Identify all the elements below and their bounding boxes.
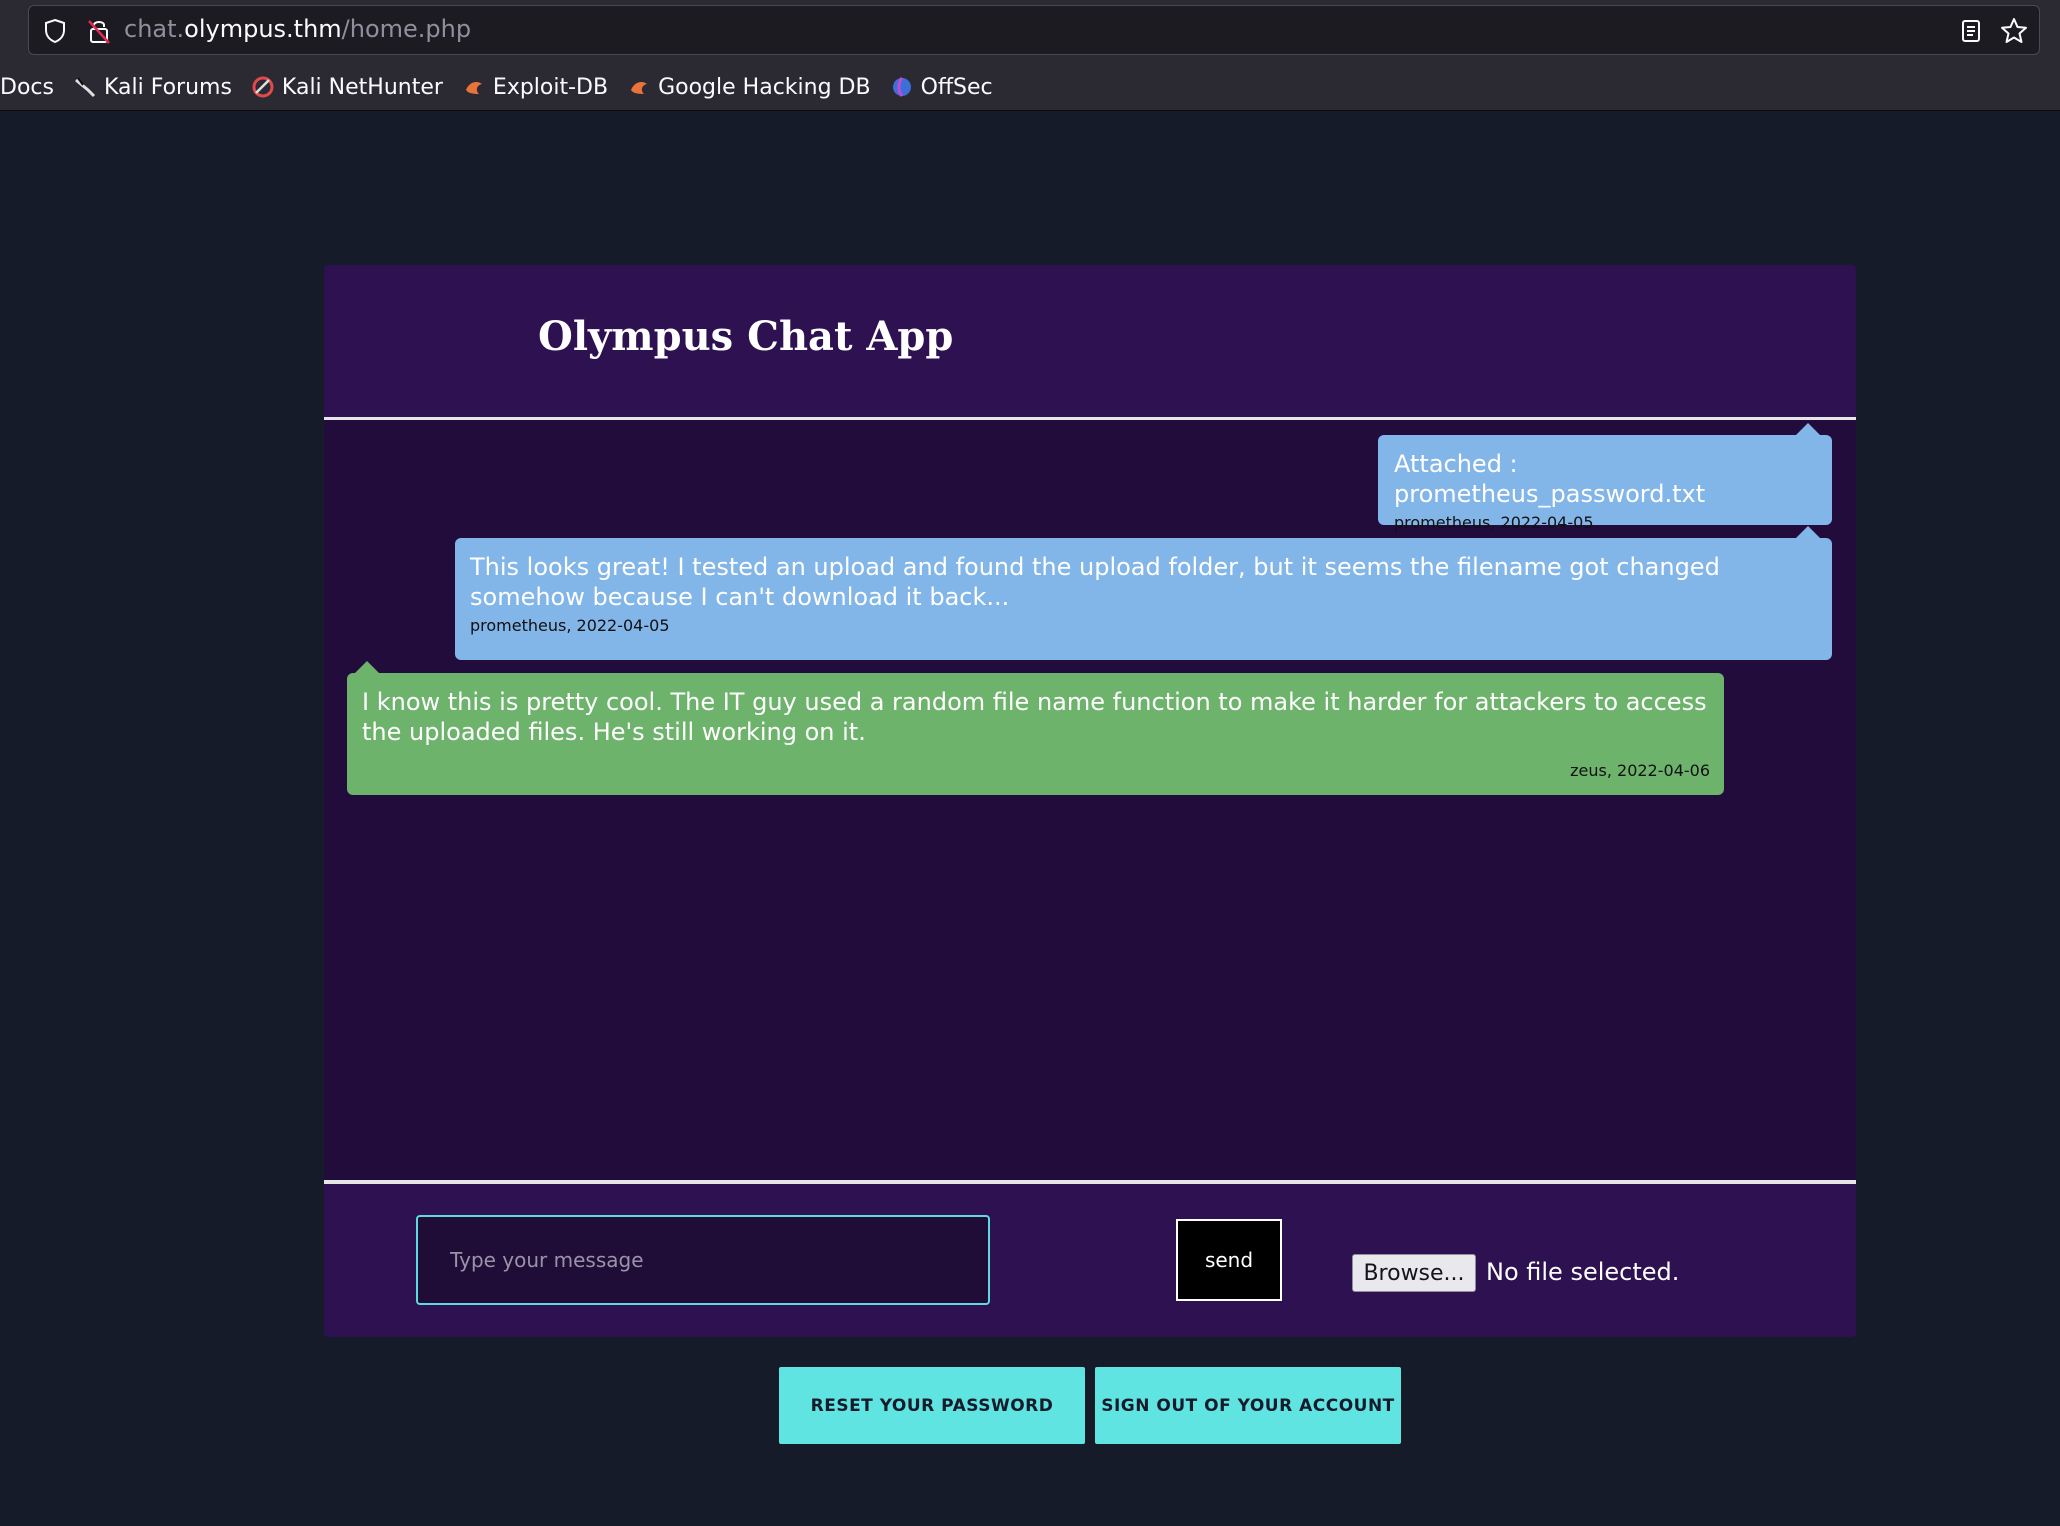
message-input[interactable] — [416, 1215, 990, 1305]
url-bar[interactable]: chat.olympus.thm/home.php — [28, 5, 2040, 55]
message-list[interactable]: Attached : prometheus_password.txt prome… — [324, 420, 1856, 1184]
message-meta: prometheus, 2022-04-05 — [470, 616, 670, 635]
bookmark-label: OffSec — [920, 74, 993, 100]
url-host: olympus.thm — [184, 15, 342, 43]
message-bubble-received: I know this is pretty cool. The IT guy u… — [347, 661, 1724, 795]
message-text: I know this is pretty cool. The IT guy u… — [362, 688, 1707, 746]
file-status-text: No file selected. — [1486, 1258, 1680, 1286]
kali-dragon-icon — [75, 77, 96, 98]
bookmark-label: Kali NetHunter — [281, 74, 443, 100]
message-text[interactable]: Attached : prometheus_password.txt — [1394, 449, 1816, 509]
insecure-lock-icon[interactable] — [85, 17, 113, 45]
bookmark-exploit-db[interactable]: Exploit-DB — [463, 75, 608, 100]
reset-password-button[interactable]: RESET YOUR PASSWORD — [779, 1367, 1085, 1444]
bookmark-label: Docs — [0, 74, 54, 100]
chat-app-card: Olympus Chat App Attached : prometheus_p… — [324, 265, 1856, 1337]
offsec-icon — [892, 76, 911, 98]
bookmark-label: Google Hacking DB — [658, 74, 871, 100]
message-meta: zeus, 2022-04-06 — [1570, 761, 1710, 780]
reader-view-icon[interactable] — [1957, 17, 1985, 45]
sign-out-button[interactable]: SIGN OUT OF YOUR ACCOUNT — [1095, 1367, 1401, 1444]
bookmark-kali-nethunter[interactable]: Kali NetHunter — [252, 75, 443, 100]
bookmark-google-hacking-db[interactable]: Google Hacking DB — [628, 74, 871, 100]
message-text: This looks great! I tested an upload and… — [470, 553, 1720, 611]
chat-header: Olympus Chat App — [324, 265, 1856, 420]
bookmark-label: Exploit-DB — [492, 74, 609, 100]
message-bubble-sent: Attached : prometheus_password.txt prome… — [1378, 423, 1832, 532]
bookmark-star-icon[interactable] — [1999, 16, 2029, 46]
bookmark-docs[interactable]: Docs — [0, 75, 54, 100]
app-title: Olympus Chat App — [538, 313, 954, 360]
bookmark-offsec[interactable]: OffSec — [891, 75, 993, 100]
ghdb-icon — [631, 82, 648, 94]
nethunter-icon — [252, 76, 274, 98]
exploit-db-icon — [465, 82, 482, 94]
shield-icon[interactable] — [43, 18, 67, 44]
browse-file-button[interactable]: Browse... — [1352, 1254, 1476, 1292]
url-prefix: chat. — [124, 15, 185, 43]
message-composer: send Browse... No file selected. — [324, 1184, 1856, 1337]
send-button[interactable]: send — [1176, 1219, 1282, 1301]
bookmarks-toolbar: Docs Kali Forums Kali NetHunter Exploit-… — [0, 70, 1013, 104]
message-bubble-sent: This looks great! I tested an upload and… — [455, 526, 1832, 660]
browser-toolbar: chat.olympus.thm/home.php Docs Kali Foru… — [0, 0, 2060, 111]
message-meta: prometheus, 2022-04-05 — [1394, 513, 1594, 532]
url-text[interactable]: chat.olympus.thm/home.php — [124, 15, 471, 43]
url-path: /home.php — [341, 15, 472, 43]
bookmark-kali-forums[interactable]: Kali Forums — [74, 75, 232, 100]
bookmark-label: Kali Forums — [103, 74, 232, 100]
